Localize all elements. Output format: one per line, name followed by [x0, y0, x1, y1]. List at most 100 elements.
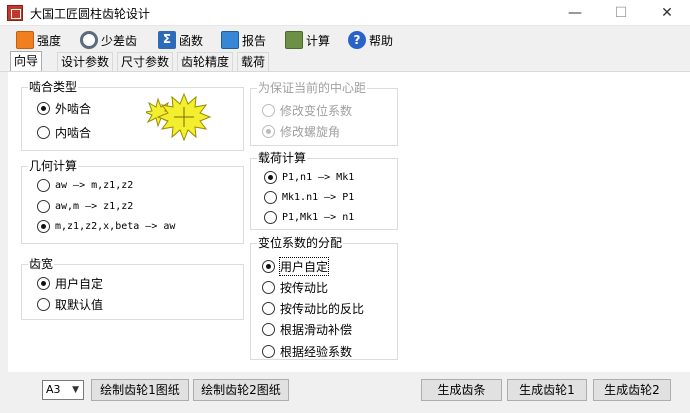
geometry-m-z-label: m,z1,z2,x,beta —> aw — [55, 220, 176, 232]
wizard-panel: 啮合类型 外啮合 内啮合 为保证当前的中心距 修改变位系数 修改螺旋角 几何计算… — [8, 72, 690, 372]
mesh-type-group: 啮合类型 外啮合 内啮合 — [21, 80, 244, 151]
shift-distribution-title: 变位系数的分配 — [257, 236, 344, 250]
draw-gear1-button[interactable]: 绘制齿轮1图纸 — [91, 379, 189, 401]
geometry-group: 几何计算 aw —> m,z1,z2 aw,m —> z1,z2 m,z1,z2… — [21, 159, 244, 244]
generate-gear1-button[interactable]: 生成齿轮1 — [507, 379, 587, 401]
modify-shift-radio[interactable] — [262, 103, 275, 117]
toolbar-strength-label: 强度 — [37, 33, 62, 48]
shift-ratio-option[interactable]: 按传动比 — [262, 279, 328, 295]
paper-size-value: A3 — [46, 383, 61, 396]
mesh-internal-label: 内啮合 — [55, 125, 92, 140]
load-p1-n1-label: P1,n1 —> Mk1 — [282, 171, 355, 183]
shift-ratio-radio[interactable] — [262, 280, 275, 294]
load-p1-mk1-radio[interactable] — [264, 210, 277, 224]
toolbar-function-label: 函数 — [179, 33, 204, 48]
shift-ratio-label: 按传动比 — [280, 280, 329, 295]
center-distance-title: 为保证当前的中心距 — [257, 81, 368, 95]
toolbar-help-button[interactable]: ? 帮助 — [348, 30, 393, 50]
shift-empirical-option[interactable]: 根据经验系数 — [262, 343, 352, 359]
face-width-custom-radio[interactable] — [37, 276, 50, 290]
mesh-internal-option[interactable]: 内啮合 — [37, 124, 91, 140]
maximize-button[interactable]: ☐ — [598, 0, 644, 26]
toolbar: 强度 少差齿 Σ 函数 报告 计算 ? 帮助 — [0, 27, 690, 53]
toolbar-report-button[interactable]: 报告 — [221, 30, 266, 50]
shift-custom-label: 用户自定 — [278, 256, 330, 276]
geometry-aw-radio[interactable] — [37, 178, 50, 192]
toolbar-calculate-label: 计算 — [306, 33, 331, 48]
face-width-custom-label: 用户自定 — [55, 276, 104, 291]
shift-distribution-group: 变位系数的分配 用户自定 按传动比 按传动比的反比 根据滑动补偿 根据经验系数 — [250, 236, 398, 360]
geometry-aw-m-option[interactable]: aw,m —> z1,z2 — [37, 198, 133, 214]
bottom-bar: A3 ▼ 绘制齿轮1图纸 绘制齿轮2图纸 生成齿条 生成齿轮1 生成齿轮2 — [0, 372, 690, 413]
minimize-button[interactable]: — — [552, 0, 598, 26]
geometry-aw-option[interactable]: aw —> m,z1,z2 — [37, 177, 133, 193]
shift-custom-option[interactable]: 用户自定 — [262, 256, 330, 276]
geometry-m-z-radio[interactable] — [37, 219, 50, 233]
shift-inverse-ratio-label: 按传动比的反比 — [280, 301, 365, 316]
shift-sliding-label: 根据滑动补偿 — [280, 322, 353, 337]
tab-gear-precision[interactable]: 齿轮精度 — [177, 52, 234, 71]
modify-helix-label: 修改螺旋角 — [280, 124, 341, 139]
draw-gear2-button[interactable]: 绘制齿轮2图纸 — [193, 379, 289, 401]
load-p1-mk1-label: P1,Mk1 —> n1 — [282, 211, 355, 223]
function-icon: Σ — [158, 31, 176, 49]
app-icon — [7, 5, 23, 21]
toolbar-strength-button[interactable]: 强度 — [16, 30, 61, 50]
tab-wizard[interactable]: 向导 — [10, 51, 43, 72]
modify-helix-radio[interactable] — [262, 124, 275, 138]
load-mk1-n1-option[interactable]: Mk1.n1 —> P1 — [264, 189, 354, 205]
help-icon: ? — [348, 31, 366, 49]
load-mk1-n1-radio[interactable] — [264, 190, 277, 204]
toolbar-function-button[interactable]: Σ 函数 — [158, 30, 203, 50]
geometry-aw-label: aw —> m,z1,z2 — [55, 179, 134, 191]
geometry-m-z-option[interactable]: m,z1,z2,x,beta —> aw — [37, 218, 175, 234]
shift-sliding-option[interactable]: 根据滑动补偿 — [262, 321, 352, 337]
toolbar-help-label: 帮助 — [369, 33, 394, 48]
load-calc-group: 载荷计算 P1,n1 —> Mk1 Mk1.n1 —> P1 P1,Mk1 —>… — [250, 151, 398, 230]
modify-helix-option[interactable]: 修改螺旋角 — [262, 123, 340, 139]
shift-empirical-radio[interactable] — [262, 344, 275, 358]
mesh-external-option[interactable]: 外啮合 — [37, 100, 91, 116]
toolbar-small-diff-label: 少差齿 — [101, 33, 138, 48]
toolbar-report-label: 报告 — [242, 33, 267, 48]
shift-inverse-ratio-radio[interactable] — [262, 301, 275, 315]
tab-design-params[interactable]: 设计参数 — [57, 52, 114, 71]
face-width-group: 齿宽 用户自定 取默认值 — [21, 257, 244, 320]
face-width-default-radio[interactable] — [37, 297, 50, 311]
title-bar: 大国工匠圆柱齿轮设计 — ☐ ✕ — [0, 0, 690, 26]
shift-sliding-radio[interactable] — [262, 322, 275, 336]
center-distance-group: 为保证当前的中心距 修改变位系数 修改螺旋角 — [250, 81, 398, 146]
geometry-aw-m-radio[interactable] — [37, 199, 50, 213]
generate-gear2-button[interactable]: 生成齿轮2 — [593, 379, 671, 401]
load-mk1-n1-label: Mk1.n1 —> P1 — [282, 191, 355, 203]
modify-shift-label: 修改变位系数 — [280, 103, 353, 118]
generate-rack-button[interactable]: 生成齿条 — [421, 379, 502, 401]
face-width-default-label: 取默认值 — [55, 297, 104, 312]
mesh-internal-radio[interactable] — [37, 125, 50, 139]
gear-icon — [80, 31, 98, 49]
modify-shift-option[interactable]: 修改变位系数 — [262, 102, 352, 118]
load-p1-n1-radio[interactable] — [264, 170, 277, 184]
face-width-title: 齿宽 — [28, 257, 55, 271]
shift-inverse-ratio-option[interactable]: 按传动比的反比 — [262, 300, 364, 316]
sun-decoration-icon — [146, 93, 212, 141]
paper-size-select[interactable]: A3 ▼ — [42, 380, 84, 400]
face-width-default-option[interactable]: 取默认值 — [37, 296, 103, 312]
mesh-type-title: 啮合类型 — [28, 80, 79, 94]
geometry-title: 几何计算 — [28, 159, 79, 173]
close-button[interactable]: ✕ — [644, 0, 690, 26]
toolbar-calculate-button[interactable]: 计算 — [285, 30, 330, 50]
tab-load[interactable]: 载荷 — [237, 52, 270, 71]
tab-size-params[interactable]: 尺寸参数 — [117, 52, 174, 71]
load-p1-mk1-option[interactable]: P1,Mk1 —> n1 — [264, 209, 354, 225]
chevron-down-icon: ▼ — [72, 385, 79, 395]
shift-custom-radio[interactable] — [262, 259, 275, 273]
load-p1-n1-option[interactable]: P1,n1 —> Mk1 — [264, 169, 354, 185]
tab-strip: 向导 设计参数 尺寸参数 齿轮精度 载荷 — [0, 51, 690, 72]
mesh-external-label: 外啮合 — [55, 101, 92, 116]
toolbar-small-diff-button[interactable]: 少差齿 — [80, 30, 137, 50]
report-icon — [221, 31, 239, 49]
mesh-external-radio[interactable] — [37, 101, 50, 115]
face-width-custom-option[interactable]: 用户自定 — [37, 275, 103, 291]
load-calc-title: 载荷计算 — [257, 151, 308, 165]
